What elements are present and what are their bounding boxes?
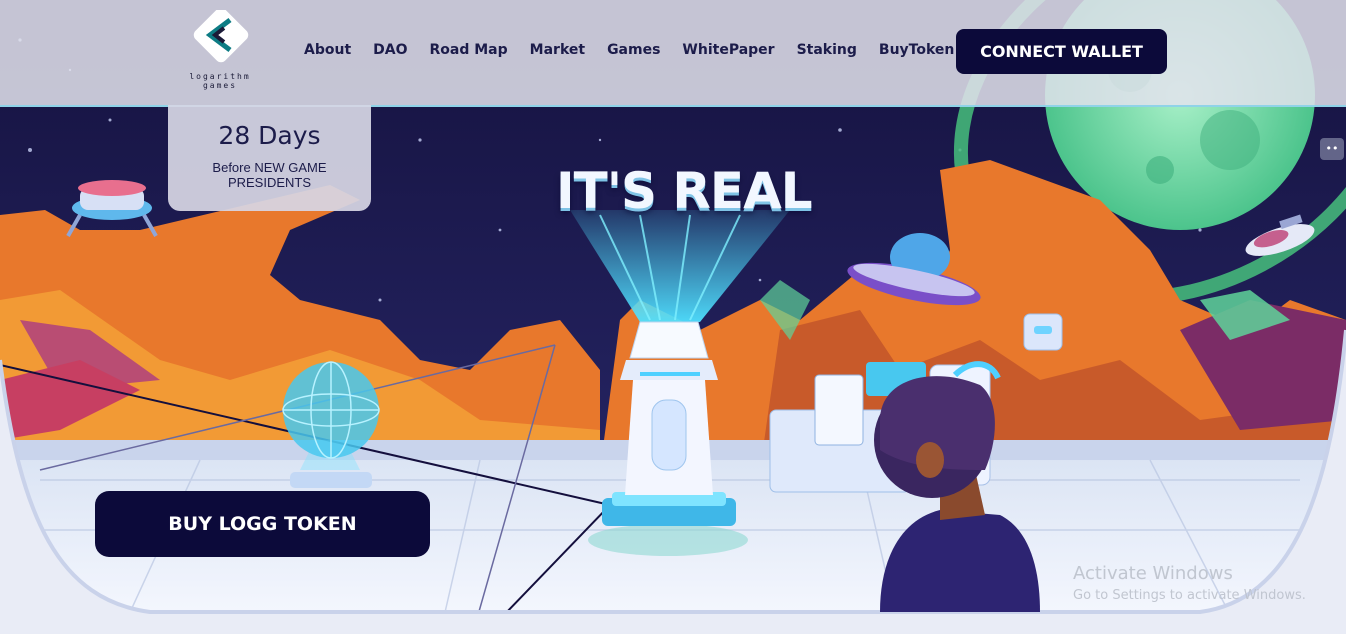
floating-cube	[1023, 313, 1063, 351]
activate-windows-title: Activate Windows	[1073, 563, 1233, 584]
nav-whitepaper[interactable]: WhitePaper	[682, 42, 774, 58]
buy-logg-token-button[interactable]: BUY LOGG TOKEN	[95, 491, 430, 557]
site-logo[interactable]: logarithm games	[180, 10, 260, 96]
nav-market[interactable]: Market	[530, 42, 585, 58]
side-widget-icon[interactable]: ••	[1320, 138, 1344, 160]
countdown-days: 28 Days	[218, 121, 321, 150]
top-header: logarithm games About DAO Road Map Marke…	[0, 0, 1346, 107]
connect-wallet-button[interactable]: CONNECT WALLET	[956, 29, 1167, 74]
nav-staking[interactable]: Staking	[797, 42, 857, 58]
nav-games[interactable]: Games	[607, 42, 660, 58]
nav-about[interactable]: About	[304, 42, 351, 58]
nav-buytoken[interactable]: BuyToken	[879, 42, 954, 58]
countdown-caption: Before NEW GAME PRESIDENTS	[212, 160, 327, 190]
countdown-card: 28 Days Before NEW GAME PRESIDENTS	[168, 105, 371, 211]
activate-windows-subtitle: Go to Settings to activate Windows.	[1073, 588, 1306, 603]
nav-dao[interactable]: DAO	[373, 42, 407, 58]
hero-headline: IT'S REAL	[556, 162, 813, 220]
chevron-left-icon	[193, 10, 249, 63]
main-nav: About DAO Road Map Market Games WhitePap…	[304, 42, 954, 58]
logo-text: logarithm games	[189, 72, 251, 90]
nav-road-map[interactable]: Road Map	[430, 42, 508, 58]
